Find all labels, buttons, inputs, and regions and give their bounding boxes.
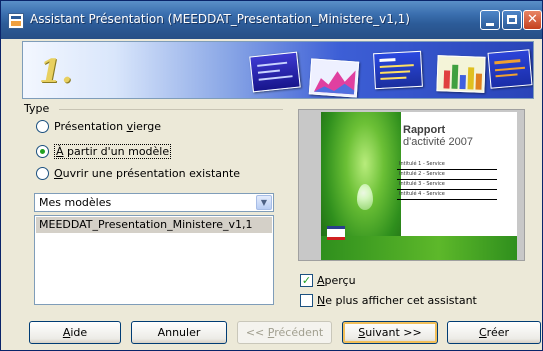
area-chart-thumbnail-icon: [308, 58, 360, 98]
list-item[interactable]: MEEDDAT_Presentation_Ministere_v1,1: [36, 217, 272, 233]
minimize-icon: [486, 23, 494, 26]
maximize-icon: [507, 15, 517, 24]
radio-button[interactable]: [36, 167, 49, 180]
preview-checkbox-row[interactable]: ✓ Aperçu: [300, 274, 356, 287]
radio-open-existing[interactable]: Ouvrir une présentation existante: [36, 167, 240, 180]
close-icon: ✕: [527, 12, 538, 27]
text-thumbnail-icon: [487, 49, 533, 89]
template-list[interactable]: MEEDDAT_Presentation_Ministere_v1,1: [34, 215, 274, 305]
slide-entry: Intitulé 1 - Service: [397, 160, 497, 170]
slide-entries: Intitulé 1 - Service Intitulé 2 - Servic…: [397, 160, 497, 200]
marianne-logo: [327, 226, 345, 240]
chevron-down-icon[interactable]: ▼: [256, 195, 272, 210]
area-chart-icon: [313, 70, 356, 95]
bar-chart-thumbnail-icon: [436, 55, 486, 93]
close-button[interactable]: ✕: [523, 10, 542, 30]
radio-label: Ouvrir une présentation existante: [54, 167, 241, 180]
lines-icon: [257, 61, 293, 81]
window-title: Assistant Présentation (MEEDDAT_Presenta…: [30, 12, 410, 26]
template-category-select[interactable]: Mes modèles ▼: [34, 193, 274, 212]
previous-button[interactable]: << Précédent: [237, 321, 332, 344]
cancel-button[interactable]: Annuler: [131, 321, 227, 344]
radio-blank-presentation[interactable]: Présentation vierge: [36, 120, 161, 133]
slide-title: Rapport d'activité 2007: [403, 124, 473, 148]
water-drop-image: [357, 184, 373, 210]
step-number: 1.: [39, 52, 73, 90]
help-button[interactable]: Aide: [29, 321, 121, 344]
text-lines-icon: [494, 59, 526, 78]
impress-app-icon: [8, 13, 24, 29]
slide-thumbnail-icon: [249, 51, 301, 93]
select-value: Mes modèles: [39, 196, 112, 209]
radio-from-template[interactable]: À partir d'un modèle: [36, 144, 172, 159]
radio-label: Présentation vierge: [54, 120, 162, 133]
slide-preview: Rapport d'activité 2007 Intitulé 1 - Ser…: [321, 112, 517, 260]
maximize-button[interactable]: [502, 10, 522, 30]
create-button[interactable]: Créer: [447, 321, 541, 344]
slide-entry: Intitulé 3 - Service: [397, 180, 497, 190]
checkbox-label: Aperçu: [317, 274, 356, 287]
wizard-banner: 1.: [22, 41, 534, 99]
slide-entry: Intitulé 2 - Service: [397, 170, 497, 180]
presentation-wizard-window: Assistant Présentation (MEEDDAT_Presenta…: [0, 0, 543, 351]
list-icon: [379, 58, 414, 80]
bar-chart-icon: [443, 64, 483, 90]
slide-entry: Intitulé 4 - Service: [397, 190, 497, 200]
radio-button[interactable]: [36, 120, 49, 133]
preview-checkbox[interactable]: ✓: [300, 274, 313, 287]
next-button[interactable]: Suivant >>: [342, 321, 438, 344]
slide-footer-band: [321, 236, 517, 260]
preview-pane: Rapport d'activité 2007 Intitulé 1 - Ser…: [298, 109, 525, 261]
title-bar[interactable]: Assistant Présentation (MEEDDAT_Presenta…: [1, 1, 542, 39]
type-group-label: Type: [24, 102, 50, 115]
radio-button[interactable]: [36, 145, 49, 158]
checkbox-label: Ne plus afficher cet assistant: [317, 294, 477, 307]
list-thumbnail-icon: [373, 50, 423, 90]
radio-label: À partir d'un modèle: [54, 144, 172, 159]
minimize-button[interactable]: [480, 10, 500, 30]
hide-assistant-checkbox-row[interactable]: Ne plus afficher cet assistant: [300, 294, 477, 307]
group-divider: [59, 109, 283, 110]
hide-assistant-checkbox[interactable]: [300, 294, 313, 307]
